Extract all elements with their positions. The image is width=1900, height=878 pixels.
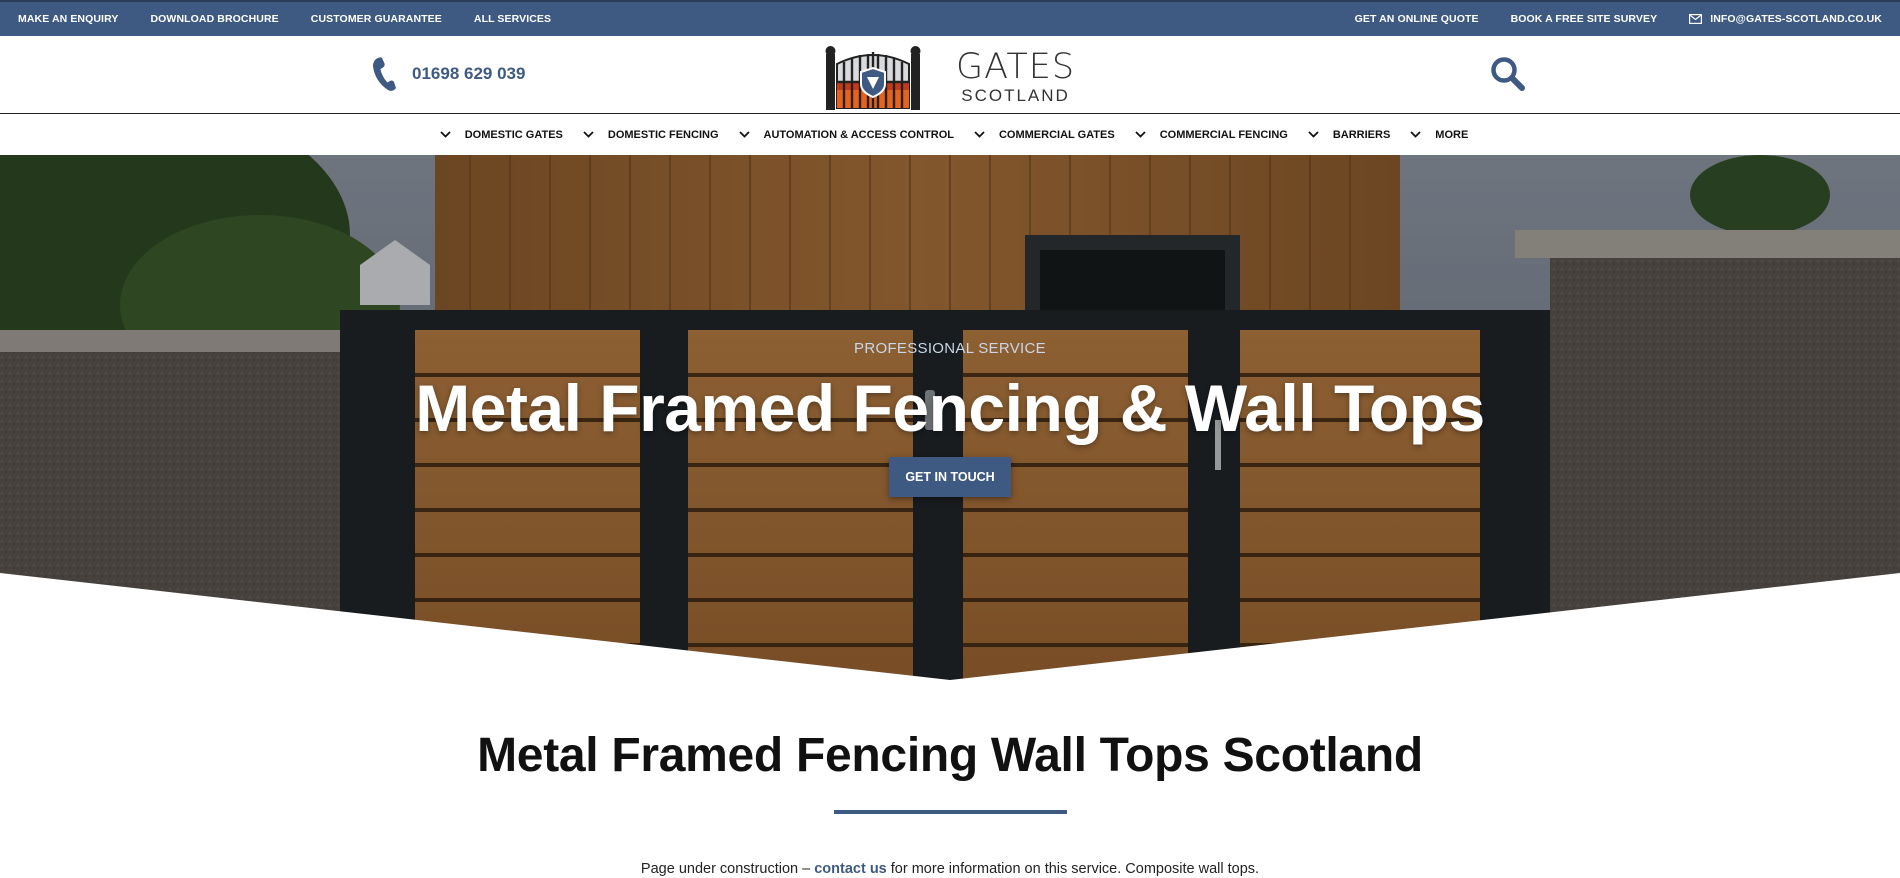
nav-item-domestic-gates[interactable]: DOMESTIC GATES [440, 129, 563, 141]
email-address: INFO@GATES-SCOTLAND.CO.UK [1710, 13, 1882, 25]
heading-divider [834, 810, 1067, 814]
make-enquiry-link[interactable]: MAKE AN ENQUIRY [18, 13, 118, 25]
phone-icon [373, 57, 396, 91]
nav-item-more[interactable]: MORE [1410, 129, 1468, 141]
email-link[interactable]: INFO@GATES-SCOTLAND.CO.UK [1689, 13, 1882, 25]
hero-title: Metal Framed Fencing & Wall Tops [415, 371, 1485, 445]
intro-paragraph: Page under construction – contact us for… [0, 861, 1900, 877]
top-bar: MAKE AN ENQUIRY DOWNLOAD BROCHURE CUSTOM… [0, 0, 1900, 36]
chevron-down-icon [1135, 131, 1146, 138]
site-header: 01698 629 039 GATES SCOTLAND [0, 36, 1900, 114]
nav-label: DOMESTIC GATES [464, 128, 563, 141]
all-services-link[interactable]: ALL SERVICES [474, 13, 551, 25]
intro-text-before: Page under construction – [640, 861, 815, 877]
download-brochure-link[interactable]: DOWNLOAD BROCHURE [150, 13, 278, 25]
logo-text-gates: GATES [956, 47, 1076, 87]
chevron-down-icon [583, 131, 594, 138]
nav-item-domestic-fencing[interactable]: DOMESTIC FENCING [583, 129, 719, 141]
hero-subtitle: PROFESSIONAL SERVICE [854, 340, 1046, 357]
envelope-icon [1689, 14, 1703, 24]
top-bar-right-links: GET AN ONLINE QUOTE BOOK A FREE SITE SUR… [1323, 13, 1882, 25]
nav-label: MORE [1435, 128, 1469, 141]
nav-label: COMMERCIAL FENCING [1159, 128, 1288, 141]
site-logo[interactable]: GATES SCOTLAND [824, 44, 1075, 110]
nav-label: COMMERCIAL GATES [998, 128, 1115, 141]
logo-wordmark: GATES SCOTLAND [956, 47, 1076, 105]
get-in-touch-button[interactable]: GET IN TOUCH [889, 457, 1011, 497]
page-heading: Metal Framed Fencing Wall Tops Scotland [477, 729, 1423, 782]
chevron-down-icon [738, 131, 750, 138]
chevron-down-icon [1410, 131, 1421, 138]
online-quote-link[interactable]: GET AN ONLINE QUOTE [1355, 13, 1479, 25]
chevron-down-icon [974, 131, 985, 138]
gate-logo-icon [825, 46, 921, 110]
nav-label: AUTOMATION & ACCESS CONTROL [763, 128, 954, 141]
phone-contact[interactable]: 01698 629 039 [372, 56, 525, 92]
main-navigation: DOMESTIC GATES DOMESTIC FENCING AUTOMATI… [0, 114, 1900, 155]
chevron-down-icon [440, 131, 451, 138]
hero-banner: PROFESSIONAL SERVICE Metal Framed Fencin… [0, 155, 1900, 680]
top-bar-left-links: MAKE AN ENQUIRY DOWNLOAD BROCHURE CUSTOM… [18, 13, 583, 25]
chevron-down-icon [1308, 131, 1319, 138]
customer-guarantee-link[interactable]: CUSTOMER GUARANTEE [311, 13, 442, 25]
nav-label: DOMESTIC FENCING [607, 128, 719, 141]
phone-number: 01698 629 039 [412, 64, 526, 83]
nav-item-commercial-gates[interactable]: COMMERCIAL GATES [974, 129, 1115, 141]
contact-us-link[interactable]: contact us [814, 861, 887, 877]
nav-item-commercial-fencing[interactable]: COMMERCIAL FENCING [1135, 129, 1288, 141]
search-icon[interactable] [1490, 56, 1526, 92]
nav-item-barriers[interactable]: BARRIERS [1308, 129, 1390, 141]
nav-label: BARRIERS [1332, 128, 1391, 141]
logo-text-scotland: SCOTLAND [961, 86, 1070, 105]
site-survey-link[interactable]: BOOK A FREE SITE SURVEY [1511, 13, 1658, 25]
intro-text-after: for more information on this service. Co… [886, 861, 1260, 877]
nav-item-automation[interactable]: AUTOMATION & ACCESS CONTROL [738, 128, 954, 141]
